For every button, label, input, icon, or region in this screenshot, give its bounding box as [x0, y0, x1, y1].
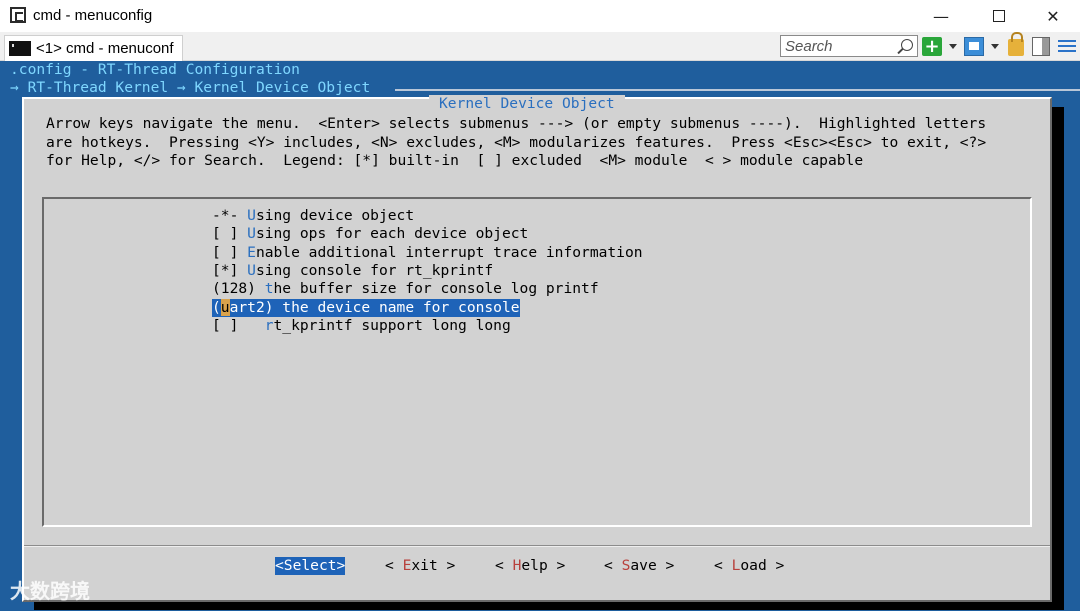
terminal-icon: [9, 41, 31, 56]
header-rule: [395, 89, 1080, 91]
title-bar: cmd - menuconfig — ✕: [0, 0, 1080, 32]
help-line: Arrow keys navigate the menu. <Enter> se…: [46, 115, 987, 132]
help-line: for Help, </> for Search. Legend: [*] bu…: [46, 152, 864, 169]
exit-button[interactable]: < Exit >: [385, 557, 455, 575]
window-title: cmd - menuconfig: [33, 7, 153, 24]
maximize-button[interactable]: [976, 0, 1022, 32]
minimize-button[interactable]: —: [918, 0, 964, 32]
menu-item-buffer-size[interactable]: (128) the buffer size for console log pr…: [212, 280, 599, 298]
menu-item-long-long[interactable]: [ ] rt_kprintf support long long: [212, 317, 511, 335]
save-button[interactable]: < Save >: [604, 557, 674, 575]
select-button[interactable]: <Select>: [275, 557, 346, 575]
help-line: are hotkeys. Pressing <Y> includes, <N> …: [46, 133, 987, 151]
help-button[interactable]: < Help >: [495, 557, 565, 575]
dialog-title: Kernel Device Object: [429, 95, 625, 112]
breadcrumb: → RT-Thread Kernel → Kernel Device Objec…: [10, 79, 371, 96]
config-title: .config - RT-Thread Configuration: [10, 61, 300, 78]
menu-item-console-rt-kprintf[interactable]: [*] Using console for rt_kprintf: [212, 262, 493, 280]
load-button[interactable]: < Load >: [714, 557, 784, 575]
menu-item-using-ops[interactable]: [ ] Using ops for each device object: [212, 225, 528, 243]
menu-item-interrupt-trace[interactable]: [ ] Enable additional interrupt trace in…: [212, 244, 643, 262]
menu-item-device-name[interactable]: (uart2) the device name for console: [212, 298, 520, 317]
close-button[interactable]: ✕: [1030, 0, 1076, 32]
search-placeholder: Search: [785, 38, 833, 55]
tab-label: <1> cmd - menuconf: [36, 40, 174, 57]
toolbar: <1> cmd - menuconf Search +: [0, 32, 1080, 61]
menu-item-using-device-object[interactable]: -*- Using device object: [212, 207, 414, 225]
menu-icon[interactable]: [1058, 37, 1076, 56]
console-tab[interactable]: <1> cmd - menuconf: [4, 35, 183, 61]
button-separator: [24, 545, 1050, 547]
maximize-icon: [993, 10, 1005, 22]
search-icon[interactable]: [901, 39, 913, 51]
split-panel-icon[interactable]: [1032, 37, 1050, 56]
lock-icon[interactable]: [1008, 32, 1024, 56]
search-input[interactable]: Search: [780, 35, 918, 57]
new-console-dropdown-icon[interactable]: [949, 44, 957, 49]
new-console-button[interactable]: +: [922, 37, 942, 56]
view-icon[interactable]: [964, 37, 984, 56]
cmder-app-icon: [10, 7, 26, 23]
dialog-shadow: [34, 602, 1064, 610]
menuconfig-dialog: Kernel Device Object Arrow keys navigate…: [22, 95, 1052, 602]
dialog-shadow: [1052, 107, 1064, 610]
view-dropdown-icon[interactable]: [991, 44, 999, 49]
help-text: Arrow keys navigate the menu. <Enter> se…: [46, 115, 986, 171]
console-area[interactable]: .config - RT-Thread Configuration → RT-T…: [0, 61, 1080, 611]
watermark: 大数跨境: [10, 579, 90, 603]
menu-list: -*- Using device object [ ] Using ops fo…: [42, 197, 1032, 527]
